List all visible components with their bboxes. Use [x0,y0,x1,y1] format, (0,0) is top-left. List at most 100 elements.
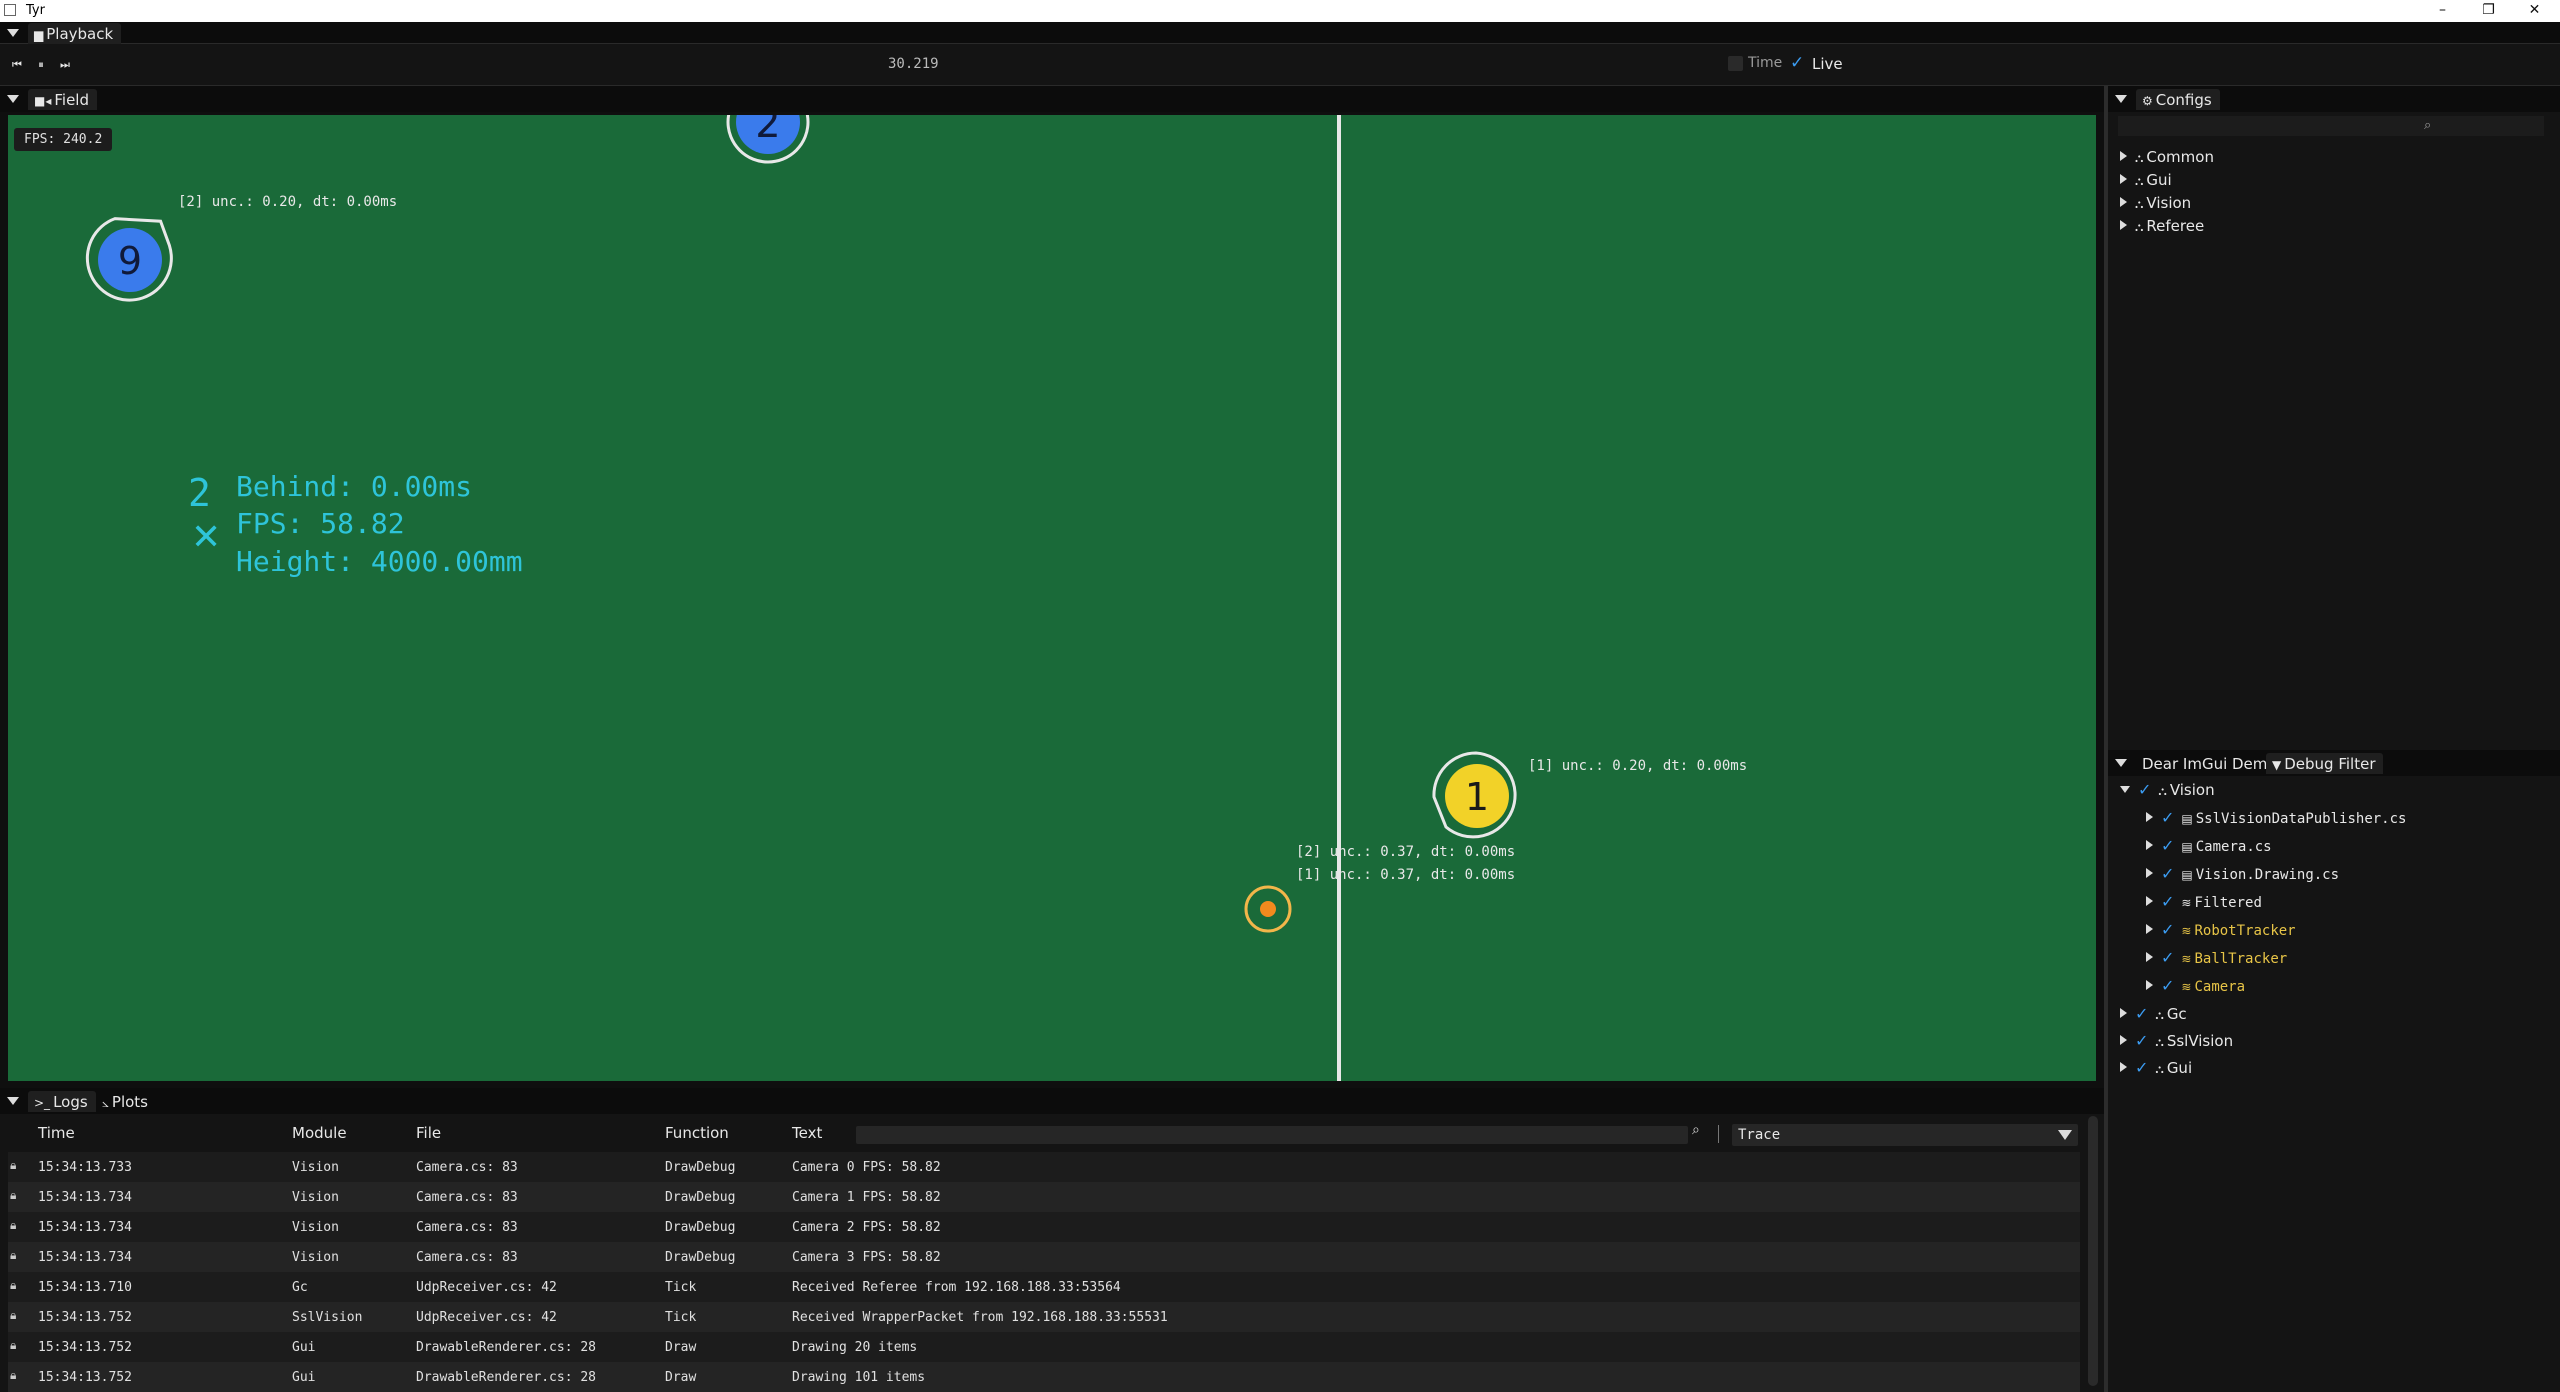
filter-item-camera-cs[interactable]: ✓ ▤ Camera.cs [2146,836,2272,855]
filter-item-vision-drawing[interactable]: ✓ ▤ Vision.Drawing.cs [2146,864,2339,883]
lock-icon[interactable]: 🔒︎ [10,1368,16,1383]
lock-icon[interactable]: 🔒︎ [10,1308,16,1323]
cell-text: Received WrapperPacket from 192.168.188.… [792,1310,1168,1325]
ball[interactable] [1242,883,1294,935]
minimize-button[interactable]: – [2420,0,2465,22]
filter-item-balltracker[interactable]: ✓ ≋ BallTracker [2146,948,2287,967]
live-checkbox[interactable]: ✓ [1790,53,1804,73]
table-row[interactable]: 🔒︎ 15:34:13.752 Gui DrawableRenderer.cs:… [8,1332,2080,1362]
config-search-input[interactable] [2118,116,2544,136]
tab-imgui-demo[interactable]: Dear ImGui Demo [2136,753,2285,774]
lock-icon[interactable]: 🔒︎ [10,1158,16,1173]
filter-item-vision[interactable]: ✓ ⛬ Vision [2120,780,2215,799]
collapse-icon[interactable] [7,95,19,103]
tab-logs[interactable]: >_ Logs [28,1091,96,1112]
filter-item-sslvision[interactable]: ✓ ⛬ SslVision [2120,1031,2233,1050]
maximize-button[interactable]: ❐ [2466,0,2511,22]
lock-icon[interactable]: 🔒︎ [10,1218,16,1233]
search-icon[interactable]: ⌕ [2424,118,2431,133]
time-checkbox[interactable] [1728,56,1743,71]
robot-yellow-1[interactable]: 1 [1426,747,1526,847]
check-icon[interactable]: ✓ [2138,780,2151,799]
config-item-label: Common [2146,148,2214,166]
pause-button[interactable]: ⏸ [32,56,50,74]
logs-panel: Time Module File Function Text ⌕ Trace 🔒… [0,1114,2104,1392]
robot-2-number: 2 [755,115,780,147]
check-icon[interactable]: ✓ [2135,1004,2148,1023]
col-function[interactable]: Function [665,1124,729,1142]
filter-item-label: SslVisionDataPublisher.cs [2195,811,2407,827]
collapse-icon[interactable] [2115,95,2127,103]
chevron-right-icon [2120,1008,2127,1018]
filter-item-camera[interactable]: ✓ ≋ Camera [2146,976,2245,995]
check-icon[interactable]: ✓ [2161,976,2174,995]
cell-time: 15:34:13.752 [38,1310,132,1325]
tab-plots[interactable]: ⦣ Plots [96,1091,156,1112]
table-row[interactable]: 🔒︎ 15:34:13.752 Gui DrawableRenderer.cs:… [8,1362,2080,1392]
step-back-button[interactable]: ⏮ [8,56,26,74]
cell-function: Tick [665,1280,697,1295]
log-level-value: Trace [1738,1127,1781,1143]
col-text[interactable]: Text [792,1124,822,1142]
close-button[interactable]: ✕ [2512,0,2557,22]
check-icon[interactable]: ✓ [2161,948,2174,967]
log-level-select[interactable]: Trace [1732,1124,2078,1146]
lock-icon[interactable]: 🔒︎ [10,1248,16,1263]
tab-configs[interactable]: ⚙ Configs [2136,89,2220,110]
step-forward-button[interactable]: ⏭ [56,56,74,74]
cell-function: Draw [665,1370,697,1385]
table-row[interactable]: 🔒︎ 15:34:13.752 SslVision UdpReceiver.cs… [8,1302,2080,1332]
filter-item-filtered[interactable]: ✓ ≋ Filtered [2146,892,2262,911]
cell-module: Gui [292,1340,316,1355]
field-canvas[interactable]: FPS: 240.2 2 9 [2] unc.: 0.20, dt: 0.00m… [8,115,2096,1081]
check-icon[interactable]: ✓ [2135,1031,2148,1050]
lock-icon[interactable]: 🔒︎ [10,1338,16,1353]
col-time[interactable]: Time [38,1124,75,1142]
check-icon[interactable]: ✓ [2161,864,2174,883]
col-module[interactable]: Module [292,1124,347,1142]
check-icon[interactable]: ✓ [2135,1058,2148,1077]
check-icon[interactable]: ✓ [2161,836,2174,855]
table-row[interactable]: 🔒︎ 15:34:13.733 Vision Camera.cs: 83 Dra… [8,1152,2080,1182]
col-file[interactable]: File [416,1124,441,1142]
filter-item-robottracker[interactable]: ✓ ≋ RobotTracker [2146,920,2296,939]
filter-item-gui[interactable]: ✓ ⛬ Gui [2120,1058,2192,1077]
fps-overlay: FPS: 240.2 [14,128,113,151]
robot-1-number: 1 [1465,775,1489,819]
lock-icon[interactable]: 🔒︎ [10,1278,16,1293]
layers-icon: ≋ [2181,980,2192,994]
config-item-vision[interactable]: ⛬ Vision [2120,194,2191,212]
table-row[interactable]: 🔒︎ 15:34:13.734 Vision Camera.cs: 83 Dra… [8,1212,2080,1242]
tab-field[interactable]: ■◂ Field [28,89,97,110]
config-item-referee[interactable]: ⛬ Referee [2120,217,2204,235]
filter-item-gc[interactable]: ✓ ⛬ Gc [2120,1004,2187,1023]
check-icon[interactable]: ✓ [2161,892,2174,911]
time-value[interactable]: 30.219 [888,56,939,72]
cell-file: DrawableRenderer.cs: 28 [416,1340,597,1355]
cell-text: Camera 1 FPS: 58.82 [792,1190,941,1205]
collapse-icon[interactable] [7,29,19,37]
gear-icon: ⚙ [2142,94,2153,108]
table-row[interactable]: 🔒︎ 15:34:13.734 Vision Camera.cs: 83 Dra… [8,1182,2080,1212]
table-row[interactable]: 🔒︎ 15:34:13.734 Vision Camera.cs: 83 Dra… [8,1242,2080,1272]
layers-icon: ≋ [2181,924,2192,938]
search-icon[interactable]: ⌕ [1692,1122,1700,1138]
check-icon[interactable]: ✓ [2161,808,2174,827]
robot-blue-2[interactable]: 2 [718,115,818,177]
terminal-icon: >_ [34,1096,51,1110]
chevron-right-icon [2146,952,2153,962]
check-icon[interactable]: ✓ [2161,920,2174,939]
lock-icon[interactable]: 🔒︎ [10,1188,16,1203]
tab-playback[interactable]: ▆ Playback [28,23,122,44]
tab-debug-filter[interactable]: ▼ Debug Filter [2266,753,2384,774]
table-row[interactable]: 🔒︎ 15:34:13.710 Gc UdpReceiver.cs: 42 Ti… [8,1272,2080,1302]
config-item-gui[interactable]: ⛬ Gui [2120,171,2172,189]
collapse-icon[interactable] [7,1097,19,1105]
logs-scrollbar[interactable] [2088,1116,2098,1386]
log-search-input[interactable] [856,1126,1688,1144]
filter-item-sslvisiondatapublisher[interactable]: ✓ ▤ SslVisionDataPublisher.cs [2146,808,2406,827]
collapse-icon[interactable] [2115,759,2127,767]
robot-blue-9[interactable]: 9 [80,210,180,310]
camera-fps: FPS: 58.82 [236,507,405,540]
config-item-common[interactable]: ⛬ Common [2120,148,2214,166]
